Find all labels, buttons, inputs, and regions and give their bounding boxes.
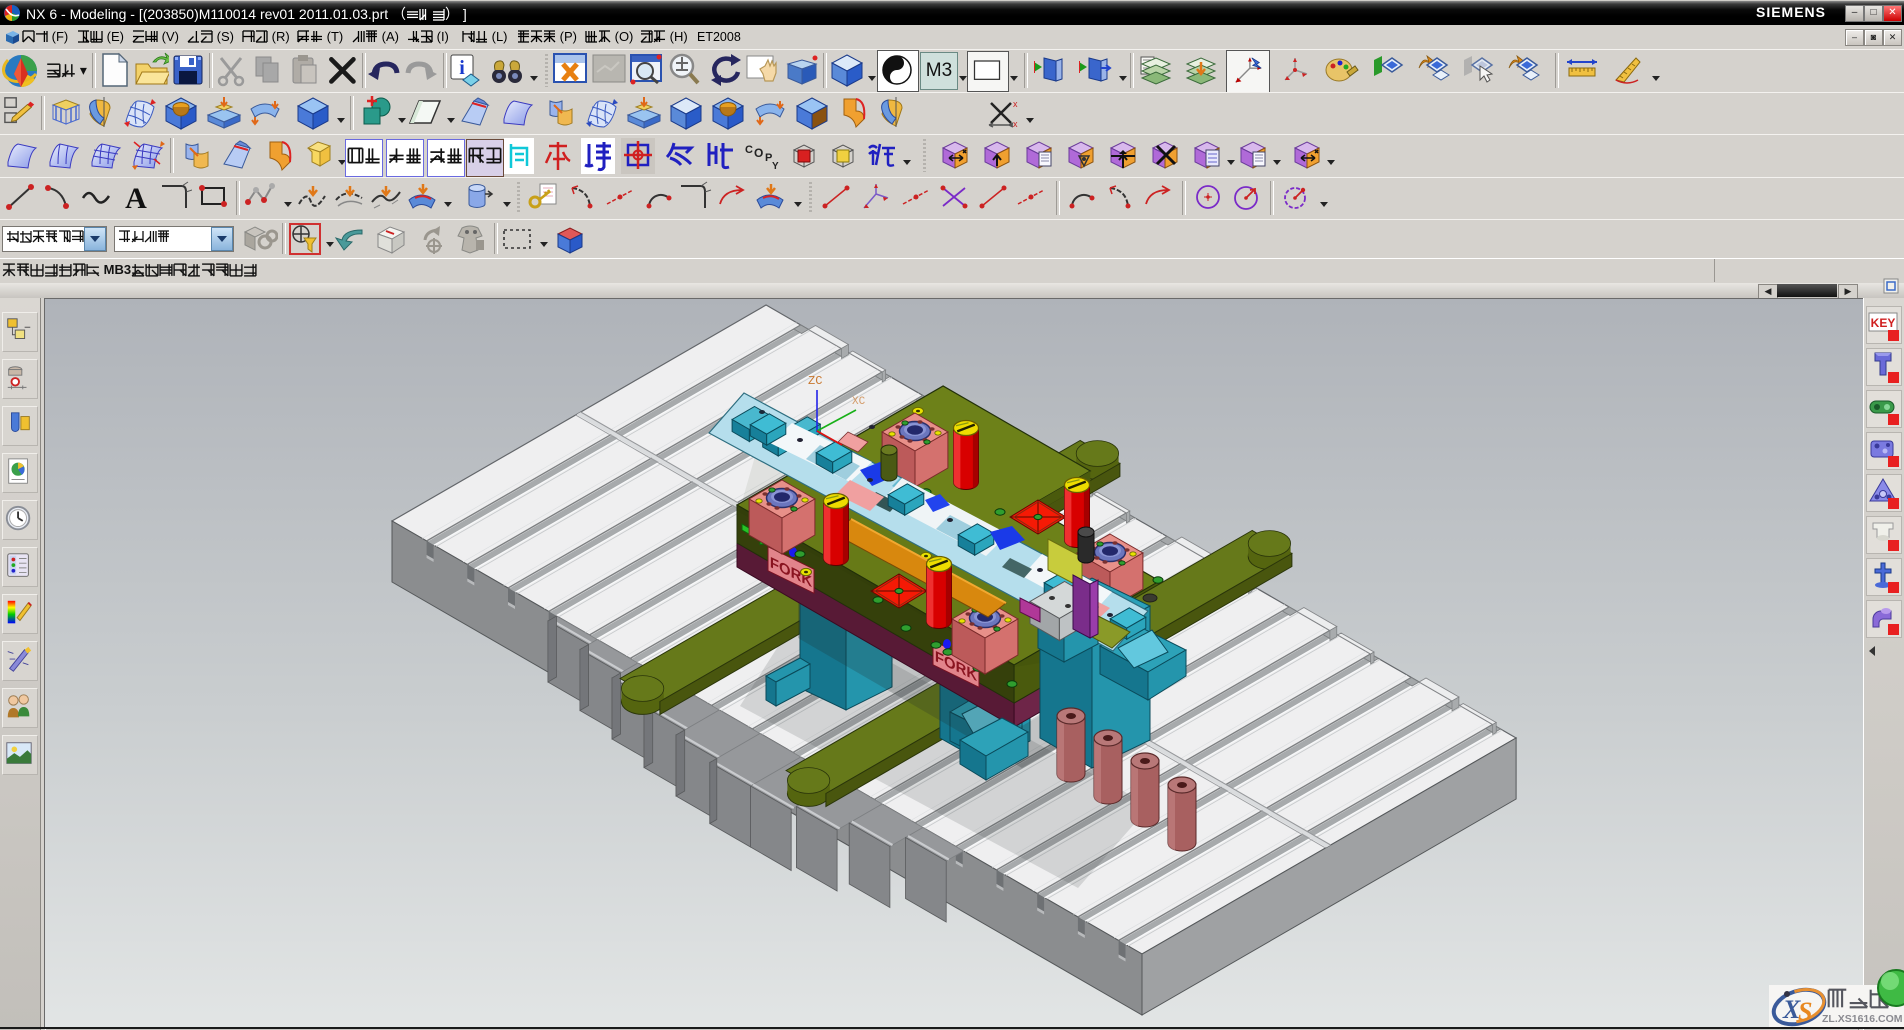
svg-text:x: x bbox=[1013, 99, 1018, 109]
svg-text:i: i bbox=[459, 57, 465, 79]
svg-text:XC: XC bbox=[852, 396, 866, 408]
svg-text:C: C bbox=[745, 144, 753, 156]
svg-text:S: S bbox=[1798, 997, 1812, 1026]
svg-text:O: O bbox=[754, 146, 763, 160]
svg-text:KEY: KEY bbox=[1871, 316, 1896, 330]
svg-text:A: A bbox=[125, 182, 147, 214]
svg-text:x: x bbox=[1013, 119, 1018, 129]
svg-text:Y: Y bbox=[772, 161, 779, 172]
svg-text:ZC: ZC bbox=[808, 374, 822, 388]
